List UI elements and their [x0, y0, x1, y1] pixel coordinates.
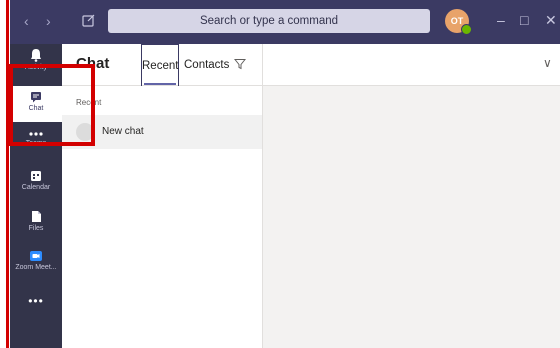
chat-icon [31, 92, 41, 103]
app-rail: Activity Chat Teams Calendar Files Zoom … [10, 44, 62, 348]
rail-item-zoom[interactable]: Zoom Meet... [10, 250, 62, 280]
calendar-icon [31, 171, 41, 181]
main-header: ∨ [263, 44, 560, 86]
main-content: ∨ [263, 44, 560, 348]
section-label: Recent [76, 98, 102, 107]
list-item[interactable]: New chat [62, 115, 262, 149]
rail-item-teams[interactable]: Teams [10, 130, 62, 160]
chevron-down-icon[interactable]: ∨ [543, 56, 552, 70]
rail-label: Calendar [21, 184, 51, 191]
bell-icon [31, 49, 41, 62]
title-bar: ‹ › Search or type a command OT – □ ✕ [10, 0, 560, 44]
tab-recent[interactable]: Recent [141, 44, 179, 86]
rail-label: Zoom Meet... [15, 264, 57, 271]
list-header: Chat Recent Contacts [62, 44, 263, 86]
video-icon [30, 251, 42, 261]
chevron-left-icon[interactable]: ‹ [24, 14, 29, 28]
rail-item-files[interactable]: Files [10, 210, 62, 240]
chevron-right-icon[interactable]: › [46, 14, 51, 28]
chat-name: New chat [102, 126, 144, 137]
minimize-button[interactable]: – [497, 10, 505, 30]
rail-label: Chat [28, 105, 44, 112]
filter-icon[interactable] [234, 58, 246, 70]
more-icon: ••• [28, 294, 44, 308]
tab-contacts[interactable]: Contacts [184, 44, 229, 86]
compose-icon[interactable] [82, 13, 96, 27]
chat-list-pane: Chat Recent Contacts Recent New chat [62, 44, 263, 348]
rail-item-chat[interactable]: Chat [10, 86, 62, 122]
rail-label: Activity [24, 64, 48, 71]
search-input[interactable]: Search or type a command [108, 9, 430, 33]
presence-status-icon [461, 24, 472, 35]
teams-icon [29, 132, 43, 136]
left-edge-annotation [0, 0, 10, 348]
avatar [76, 123, 94, 141]
file-icon [31, 211, 41, 222]
page-title: Chat [76, 55, 110, 72]
maximize-button[interactable]: □ [520, 10, 528, 30]
rail-item-activity[interactable]: Activity [10, 48, 62, 82]
close-button[interactable]: ✕ [545, 10, 557, 30]
more-apps-button[interactable]: ••• [10, 294, 62, 310]
rail-label: Files [28, 225, 44, 232]
rail-item-calendar[interactable]: Calendar [10, 170, 62, 200]
rail-label: Teams [25, 140, 47, 147]
